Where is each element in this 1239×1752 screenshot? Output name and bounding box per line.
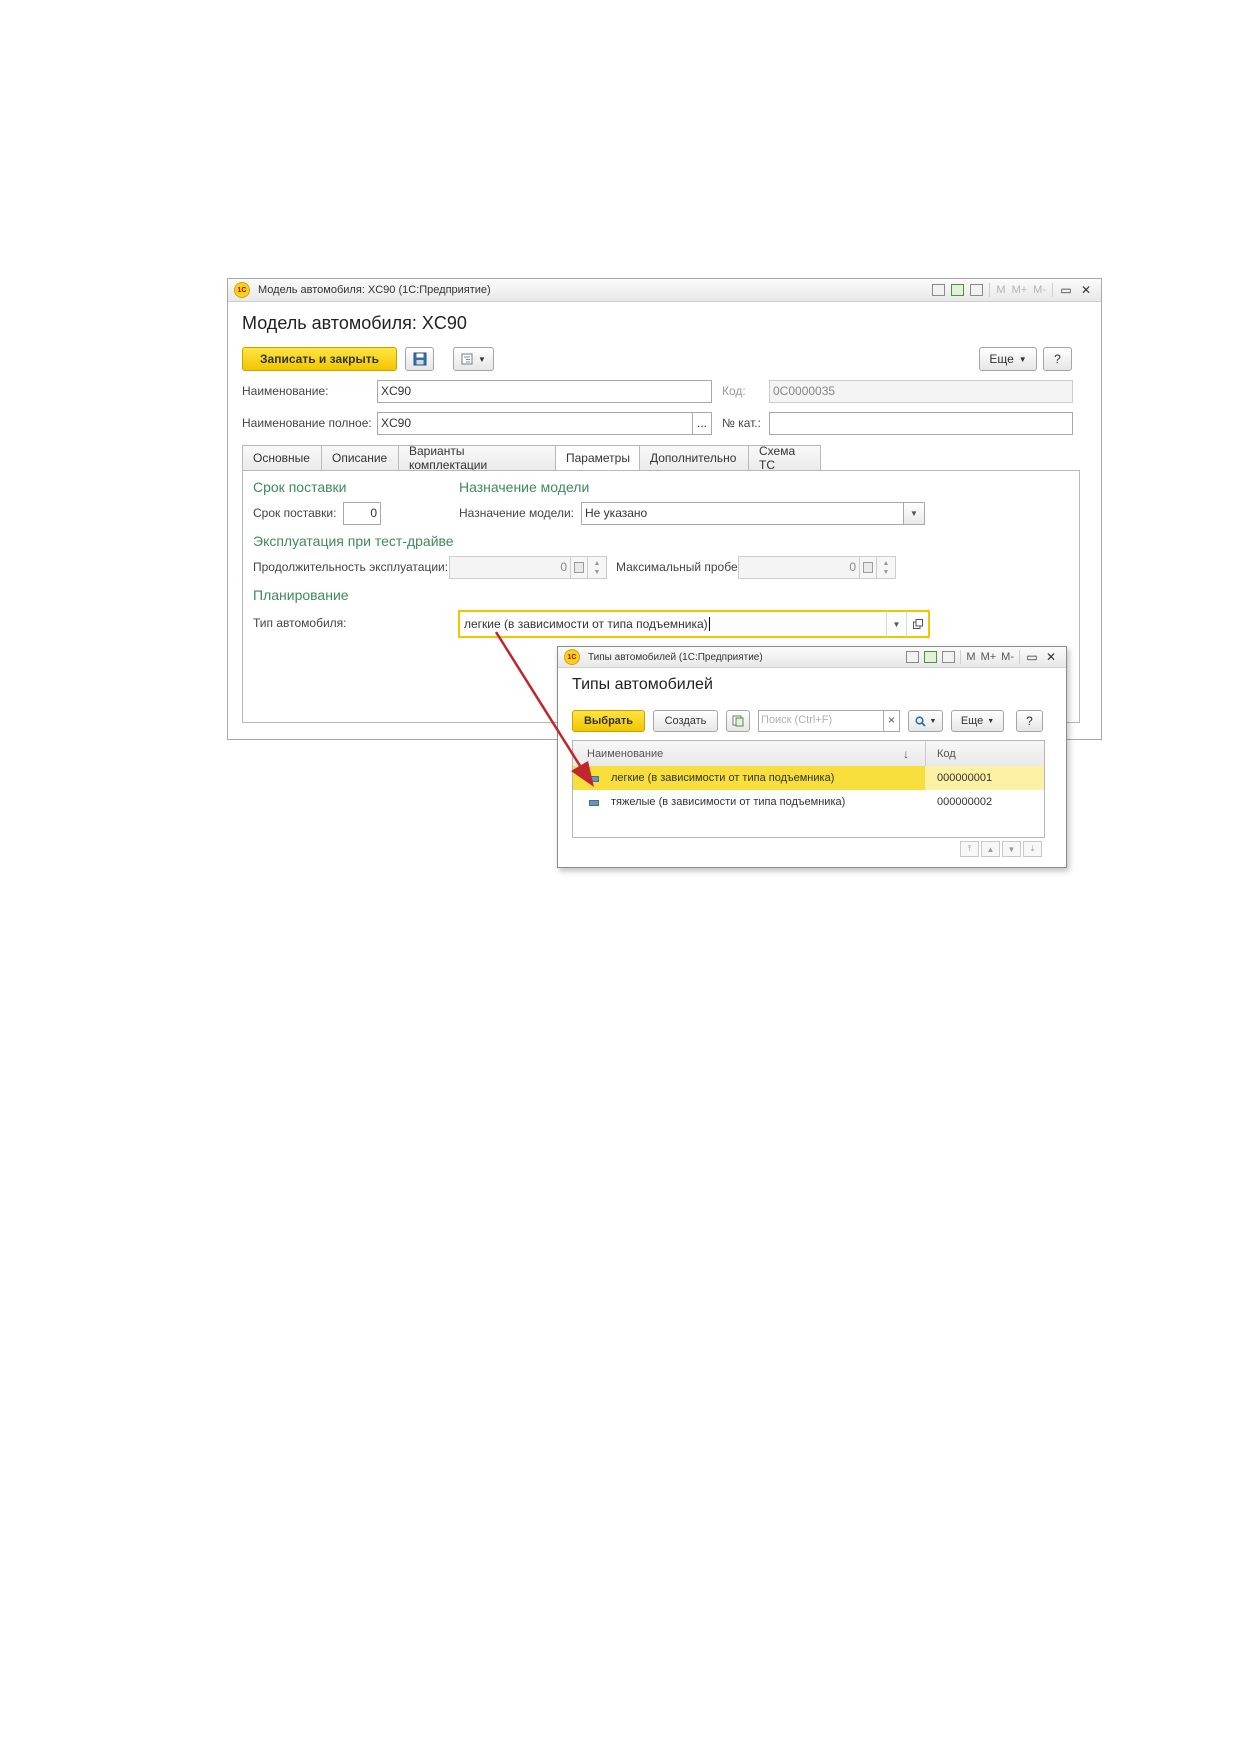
arrow-line: [494, 631, 584, 770]
arrow-head: [571, 761, 594, 787]
annotation-arrow: [494, 631, 594, 787]
